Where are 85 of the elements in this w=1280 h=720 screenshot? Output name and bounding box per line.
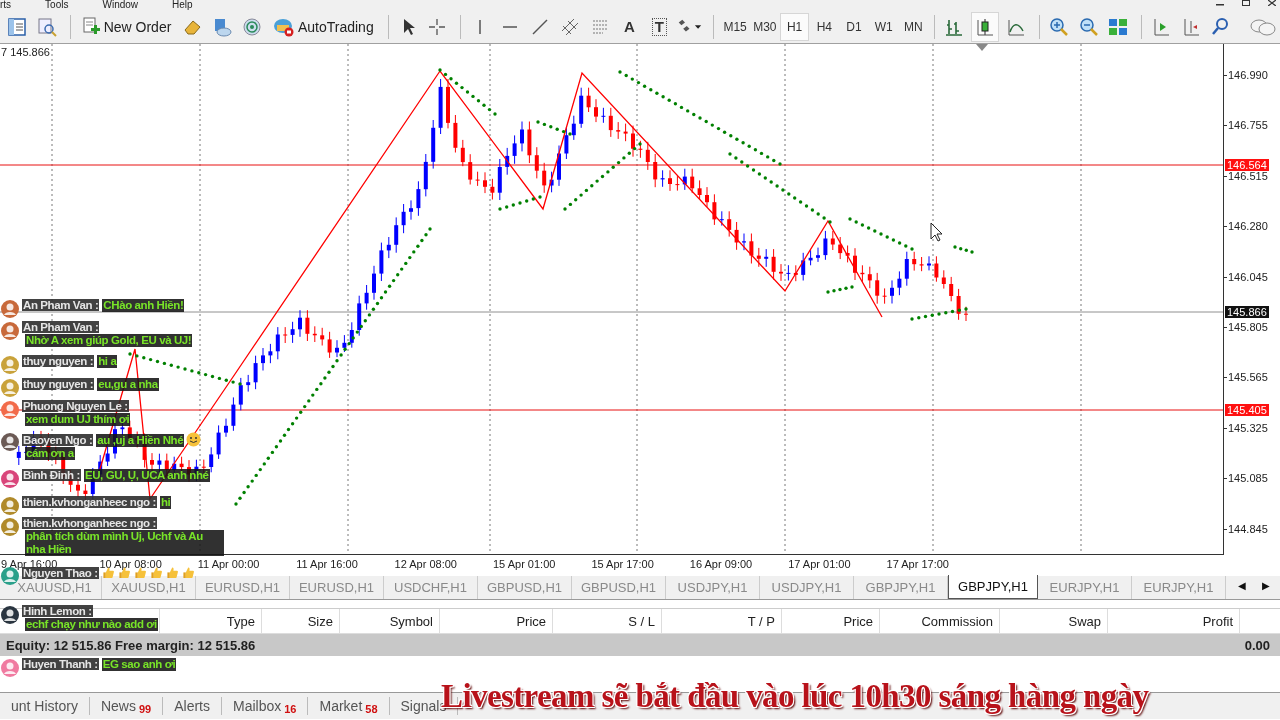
price-tick-label: 145.565: [1228, 371, 1268, 384]
menu-item[interactable]: Tools: [45, 0, 69, 10]
chat-message: echf chạy như nào add ơi: [25, 618, 158, 631]
chat-username: Huyen Thanh :: [22, 658, 99, 670]
column-header[interactable]: Type: [160, 609, 262, 633]
timeframe-button[interactable]: M30: [750, 12, 780, 41]
time-label: 17 Apr 01:00: [788, 558, 851, 570]
column-header[interactable]: Symbol: [340, 609, 440, 633]
menu-item[interactable]: Help: [172, 0, 193, 10]
timeframe-button[interactable]: D1: [839, 12, 869, 41]
time-label: 9 Apr 16:00: [1, 558, 58, 570]
time-label: 10 Apr 08:00: [99, 558, 162, 570]
time-label: 16 Apr 09:00: [689, 558, 753, 570]
price-tick-label: 146.755: [1228, 119, 1268, 132]
chat-message: Nhờ A xem giúp Gold, EU và UJ!: [25, 334, 193, 347]
timeframe-button[interactable]: W1: [868, 12, 899, 41]
price-tick-label: 146.990: [1228, 69, 1268, 81]
chat-username: Phuong Nguyen Le :: [22, 400, 129, 412]
equity-summary: Equity: 12 515.86 Free margin: 12 515.86: [6, 637, 256, 653]
time-label: 11 Apr 00:00: [197, 558, 260, 570]
chat-username: An Pham Van :: [22, 321, 100, 333]
chat-message: xem dum UJ thím ơi: [25, 413, 131, 426]
unread-count: 58: [365, 702, 378, 715]
chat-username: thuy nguyen :: [22, 355, 95, 367]
price-tick-label: 145.325: [1228, 421, 1268, 434]
price-tick-label: 145.805: [1228, 321, 1268, 333]
price-tick-label: 146.515: [1228, 169, 1268, 182]
price-marker: 146.564: [1225, 159, 1269, 171]
column-header[interactable]: Price: [782, 609, 880, 633]
chat-message: EG sao anh ơi: [101, 658, 177, 671]
text-tool-icon[interactable]: A: [624, 18, 635, 35]
chat-username: Baoyen Ngo :: [22, 434, 94, 446]
chat-message: eu,gu a nha: [97, 378, 159, 391]
chat-username: Bình Đinh :: [22, 469, 81, 481]
unread-count: 99: [138, 702, 152, 715]
price-tick-label: 146.280: [1228, 220, 1268, 233]
menu-item[interactable]: Window: [102, 0, 139, 10]
chat-message: EU, GU, Ụ, UCA anh nhé: [83, 469, 210, 482]
timeframe-button[interactable]: H1: [779, 12, 810, 41]
time-label: 15 Apr 17:00: [591, 558, 654, 570]
timeframe-button[interactable]: MN: [898, 12, 929, 41]
menu-item[interactable]: rts: [0, 0, 12, 10]
timeframe-button[interactable]: H4: [809, 12, 840, 41]
column-header[interactable]: S / L: [553, 609, 662, 633]
chat-username: thuy nguyen :: [22, 378, 95, 390]
scroll-left-button[interactable]: ◀: [1238, 580, 1246, 591]
chat-username: An Pham Van :: [22, 299, 100, 311]
chat-message: phân tích dùm mình Uj, Uchf và Au nha Hiền: [25, 530, 224, 556]
terminal-tab[interactable]: News 99: [89, 697, 164, 715]
chart-tab[interactable]: GBPJPY,H1: [948, 575, 1038, 599]
new-order-button[interactable]: New Order: [76, 12, 176, 41]
column-header[interactable]: Size: [262, 609, 340, 633]
time-label: 12 Apr 08:00: [394, 558, 457, 570]
timeframe-button[interactable]: M15: [720, 12, 750, 41]
price-marker: 145.866: [1225, 306, 1269, 318]
price-tick-label: 146.045: [1228, 270, 1268, 283]
chat-username: Hinh Lemon :: [22, 605, 93, 617]
price-tick-label: 144.845: [1228, 522, 1268, 535]
scroll-right-button[interactable]: ▶: [1262, 580, 1270, 591]
unread-count: 16: [284, 702, 297, 715]
chat-message: hi a: [97, 355, 118, 368]
terminal-tab[interactable]: Mailbox 16: [222, 697, 309, 715]
price-marker: 145.405: [1225, 404, 1269, 416]
autotrading-button[interactable]: AutoTrading: [268, 12, 378, 41]
chat-message: cám ơn a: [25, 447, 75, 460]
price-tick-label: 145.085: [1228, 472, 1268, 485]
price-label: 7 145.866: [1, 46, 50, 58]
time-label: 15 Apr 01:00: [493, 558, 556, 570]
profit-value: 0.00: [1244, 637, 1270, 653]
column-header[interactable]: Commission: [880, 609, 1000, 633]
column-header[interactable]: Profit: [1108, 609, 1240, 633]
time-label: 11 Apr 16:00: [296, 558, 358, 570]
column-header[interactable]: Price: [440, 609, 553, 633]
column-header[interactable]: Swap: [1000, 609, 1108, 633]
time-label: 17 Apr 17:00: [886, 558, 949, 570]
terminal-tab[interactable]: unt History: [0, 697, 90, 715]
chat-message: au ,uj a Hiền Nhé: [96, 434, 185, 447]
terminal-tab[interactable]: Alerts: [163, 697, 222, 715]
chat-username: thien.kvhonganheec ngo :: [22, 496, 157, 508]
chat-username: Nguyen Thao :: [22, 567, 99, 579]
label-tool-icon[interactable]: T: [651, 17, 667, 36]
chat-username: thien.kvhonganheec ngo :: [22, 517, 157, 529]
terminal-tab[interactable]: Market 58: [308, 697, 390, 715]
column-header[interactable]: T / P: [662, 609, 782, 633]
chat-message: CHào anh Hiền!: [102, 299, 185, 312]
